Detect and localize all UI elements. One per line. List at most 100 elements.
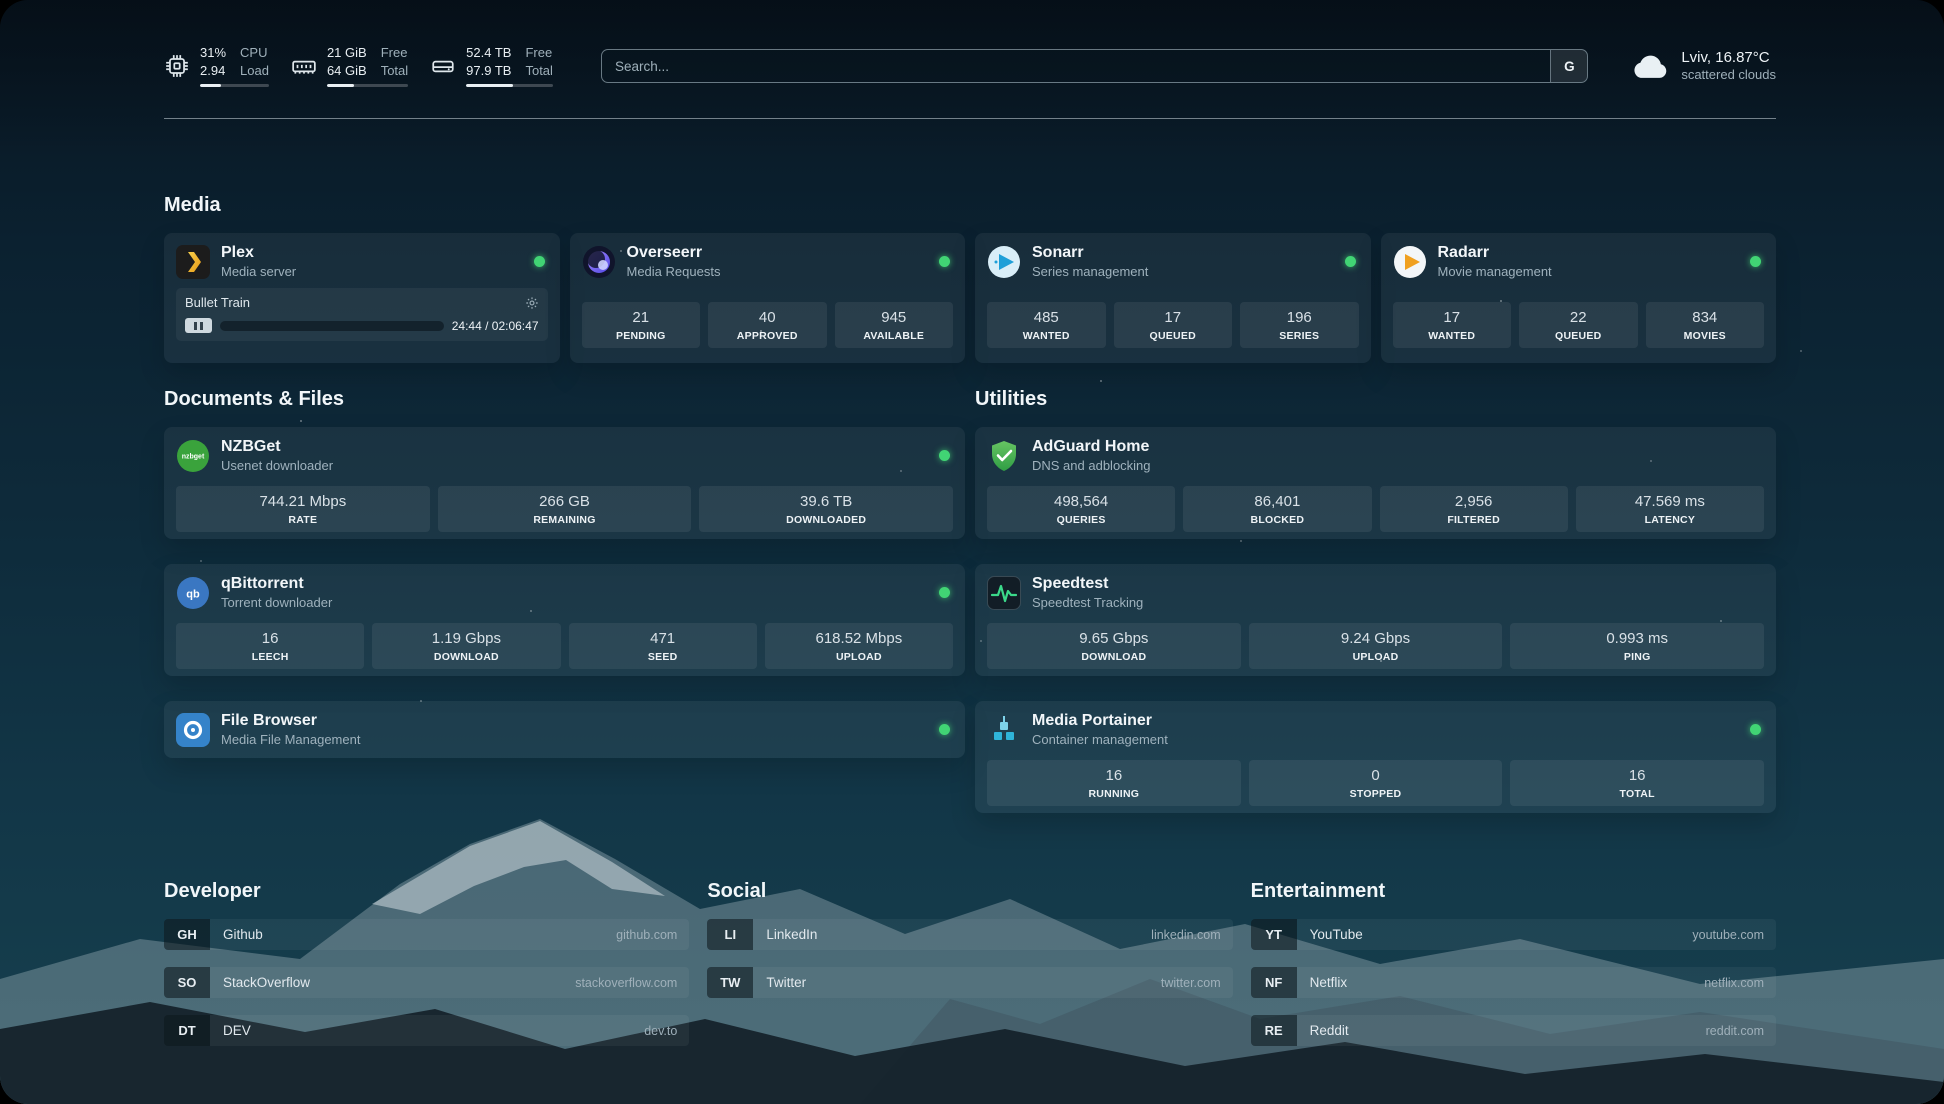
portainer-link[interactable]: Media Portainer Container management (987, 711, 1764, 748)
overseerr-name: Overseerr (627, 243, 721, 263)
stat-download: 1.19 GbpsDOWNLOAD (372, 623, 560, 669)
overseerr-icon (582, 245, 616, 279)
social-section-title: Social (707, 879, 1232, 904)
disk-free-value: 52.4 TB (466, 45, 511, 62)
ram-free-value: 21 GiB (327, 45, 367, 62)
header-divider (164, 118, 1776, 119)
qbittorrent-link[interactable]: qb qBittorrent Torrent downloader (176, 574, 953, 611)
cpu-usage-label: CPU (240, 45, 269, 62)
stat-series: 196SERIES (1240, 302, 1359, 348)
bookmark-twitter[interactable]: TW Twitter twitter.com (707, 967, 1232, 998)
sonarr-link[interactable]: Sonarr Series management (987, 243, 1359, 280)
bookmark-stackoverflow[interactable]: SO StackOverflow stackoverflow.com (164, 967, 689, 998)
portainer-subtitle: Container management (1032, 732, 1168, 748)
stat-wanted: 485WANTED (987, 302, 1106, 348)
nzbget-link[interactable]: nzbget NZBGet Usenet downloader (176, 437, 953, 474)
bookmark-github[interactable]: GH Github github.com (164, 919, 689, 950)
bookmark-abbr: YT (1251, 919, 1297, 950)
search-input[interactable] (602, 50, 1550, 82)
bookmark-domain: linkedin.com (1151, 928, 1220, 942)
settings-gear-icon[interactable] (525, 296, 539, 310)
bookmark-abbr: LI (707, 919, 753, 950)
disk-stat: 52.4 TB Free 97.9 TB Total (430, 45, 553, 88)
stat-stopped: 0STOPPED (1249, 760, 1503, 806)
radarr-icon (1393, 245, 1427, 279)
stat-download: 9.65 GbpsDOWNLOAD (987, 623, 1241, 669)
speedtest-link[interactable]: Speedtest Speedtest Tracking (987, 574, 1764, 611)
cpu-load-value: 2.94 (200, 63, 226, 80)
disk-icon (430, 53, 456, 79)
bookmark-reddit[interactable]: RE Reddit reddit.com (1251, 1015, 1776, 1046)
nzbget-subtitle: Usenet downloader (221, 458, 333, 474)
stat-upload: 618.52 MbpsUPLOAD (765, 623, 953, 669)
speedtest-subtitle: Speedtest Tracking (1032, 595, 1143, 611)
adguard-link[interactable]: AdGuard Home DNS and adblocking (987, 437, 1764, 474)
filebrowser-status-dot (939, 724, 950, 735)
utilities-section-title: Utilities (975, 387, 1776, 412)
filebrowser-link[interactable]: File Browser Media File Management (176, 711, 953, 748)
stat-remaining: 266 GBREMAINING (438, 486, 692, 532)
playback-time: 24:44 / 02:06:47 (452, 319, 539, 333)
media-section-title: Media (164, 193, 1776, 218)
nzbget-status-dot (939, 450, 950, 461)
adguard-card: AdGuard Home DNS and adblocking 498,564Q… (975, 427, 1776, 539)
playback-progress-bar (220, 321, 444, 331)
documents-section-title: Documents & Files (164, 387, 965, 412)
bookmark-name: DEV (223, 1023, 251, 1038)
svg-text:nzbget: nzbget (182, 453, 205, 460)
bookmark-dev[interactable]: DT DEV dev.to (164, 1015, 689, 1046)
bookmark-domain: stackoverflow.com (575, 976, 677, 990)
stat-wanted: 17WANTED (1393, 302, 1512, 348)
speedtest-icon (987, 576, 1021, 610)
ram-progress-bar (327, 84, 408, 87)
plex-link[interactable]: Plex Media server (176, 243, 548, 280)
stat-queued: 17QUEUED (1114, 302, 1233, 348)
portainer-icon (987, 713, 1021, 747)
adguard-subtitle: DNS and adblocking (1032, 458, 1151, 474)
overseerr-subtitle: Media Requests (627, 264, 721, 280)
media-section: Media (164, 193, 1776, 363)
developer-section-title: Developer (164, 879, 689, 904)
bookmark-abbr: TW (707, 967, 753, 998)
stat-movies: 834MOVIES (1646, 302, 1765, 348)
ram-free-label: Free (381, 45, 408, 62)
weather-location-temp: Lviv, 16.87°C (1681, 48, 1776, 68)
bookmark-abbr: GH (164, 919, 210, 950)
bookmark-name: Github (223, 927, 263, 942)
bookmark-name: LinkedIn (766, 927, 817, 942)
bookmark-domain: netflix.com (1704, 976, 1764, 990)
speedtest-card: Speedtest Speedtest Tracking 9.65 GbpsDO… (975, 564, 1776, 676)
plex-card: Plex Media server Bullet Train (164, 233, 560, 363)
utilities-section: Utilities (975, 387, 1776, 813)
stat-upload: 9.24 GbpsUPLOAD (1249, 623, 1503, 669)
qbittorrent-card: qb qBittorrent Torrent downloader (164, 564, 965, 676)
adguard-name: AdGuard Home (1032, 437, 1151, 457)
bookmark-name: Twitter (766, 975, 806, 990)
radarr-subtitle: Movie management (1438, 264, 1552, 280)
weather-widget: Lviv, 16.87°C scattered clouds (1630, 48, 1776, 84)
pause-button[interactable] (185, 318, 212, 333)
bookmark-youtube[interactable]: YT YouTube youtube.com (1251, 919, 1776, 950)
filebrowser-name: File Browser (221, 711, 360, 731)
cpu-icon (164, 53, 190, 79)
social-bookmarks: Social LI LinkedIn linkedin.com TW Twitt… (707, 879, 1232, 998)
cpu-progress-bar (200, 84, 269, 87)
radarr-name: Radarr (1438, 243, 1552, 263)
bookmark-domain: dev.to (644, 1024, 677, 1038)
stat-ping: 0.993 msPING (1510, 623, 1764, 669)
disk-total-value: 97.9 TB (466, 63, 511, 80)
sonarr-icon (987, 245, 1021, 279)
overseerr-link[interactable]: Overseerr Media Requests (582, 243, 954, 280)
stat-queued: 22QUEUED (1519, 302, 1638, 348)
bookmark-netflix[interactable]: NF Netflix netflix.com (1251, 967, 1776, 998)
radarr-link[interactable]: Radarr Movie management (1393, 243, 1765, 280)
bookmark-abbr: NF (1251, 967, 1297, 998)
filebrowser-subtitle: Media File Management (221, 732, 360, 748)
stat-available: 945AVAILABLE (835, 302, 954, 348)
stat-filtered: 2,956FILTERED (1380, 486, 1568, 532)
bookmark-linkedin[interactable]: LI LinkedIn linkedin.com (707, 919, 1232, 950)
dashboard: 31% CPU 2.94 Load 21 GiB Free 64 GiB (0, 0, 1944, 1104)
search-bar: G (601, 49, 1588, 83)
search-provider-button[interactable]: G (1550, 50, 1587, 82)
bookmark-abbr: SO (164, 967, 210, 998)
